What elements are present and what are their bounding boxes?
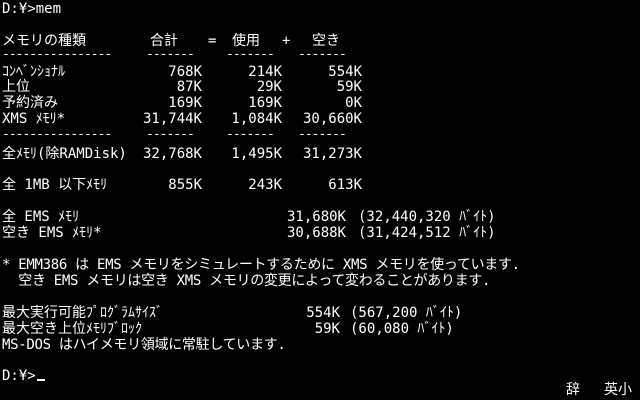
row-free: 613K (328, 177, 362, 193)
row-label: 全 1MB 以下ﾒﾓﾘ (2, 177, 108, 193)
prompt-text: D:¥> (2, 368, 36, 384)
ime-mode-indicator: 英小 (604, 382, 632, 398)
row-used: 1,495K (231, 146, 282, 162)
row-bytes: (60,080 ﾊﾞｲﾄ) (350, 321, 454, 337)
row-total: 32,768K (142, 146, 202, 162)
separator-label: ---------------- (2, 47, 112, 62)
row-total: 855K (168, 177, 202, 193)
ime-dictionary-indicator: 辞 (566, 382, 580, 398)
row-label: 空き EMS ﾒﾓﾘ* (2, 225, 102, 241)
text-cursor (36, 379, 45, 381)
separator-total: ------- (146, 47, 195, 62)
header-eq: = (208, 33, 217, 49)
dos-terminal-screen[interactable]: D:¥>mem メモリの種類 合計 = 使用 + 空き ------------… (0, 0, 640, 400)
row-bytes: (31,424,512 ﾊﾞｲﾄ) (358, 225, 496, 241)
separator-used: ------- (226, 127, 275, 142)
row-free: 31,273K (302, 146, 362, 162)
header-plus: + (282, 33, 291, 49)
prompt-container[interactable]: D:¥> (2, 367, 45, 385)
separator-label: ---------------- (2, 127, 112, 142)
separator-used: ------- (226, 47, 275, 62)
command-text: D:¥>mem (2, 1, 62, 17)
note-text: 空き EMS メモリは空き XMS メモリの変更によって変わることがあります. (2, 273, 491, 289)
separator-total: ------- (146, 127, 195, 142)
separator-free: ------- (298, 127, 347, 142)
row-value: 30,688K (286, 225, 346, 241)
row-label: 全ﾒﾓﾘ(除RAMDisk) (2, 146, 127, 162)
row-used: 243K (248, 177, 282, 193)
separator-free: ------- (298, 47, 347, 62)
resident-text: MS-DOS はハイメモリ領域に常駐しています. (2, 337, 286, 353)
